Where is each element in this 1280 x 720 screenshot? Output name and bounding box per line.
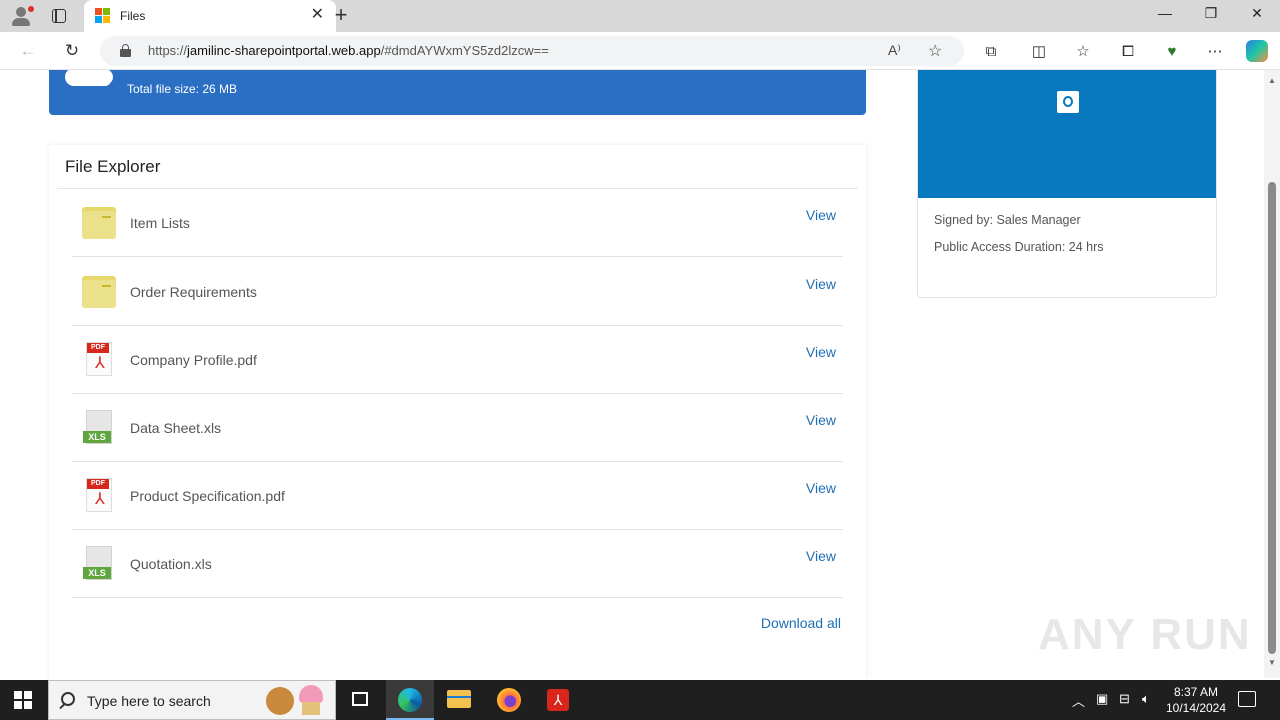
scrollbar-thumb[interactable] bbox=[1268, 182, 1276, 654]
view-link[interactable]: View bbox=[806, 412, 836, 428]
copilot-icon[interactable] bbox=[1246, 40, 1268, 62]
watermark-logo: ANY RUN bbox=[1038, 610, 1252, 659]
taskbar-clock[interactable]: 8:37 AM 10/14/2024 bbox=[1160, 684, 1232, 716]
document-info-card: Signed by: Sales Manager Public Access D… bbox=[917, 70, 1217, 298]
profile-icon[interactable] bbox=[8, 4, 34, 28]
more-options-icon[interactable]: ⋯ bbox=[1205, 42, 1225, 62]
tray-device-icon[interactable]: ▣ bbox=[1096, 691, 1108, 707]
favorite-star-icon[interactable]: ☆ bbox=[928, 41, 942, 61]
microsoft-logo-icon bbox=[95, 8, 110, 23]
file-explorer-title: File Explorer bbox=[65, 157, 161, 176]
tray-chevron-icon[interactable]: ︿ bbox=[1072, 691, 1085, 710]
clock-date: 10/14/2024 bbox=[1165, 701, 1227, 715]
taskbar: Type here to search ⅄ ︿ ▣ ⊟ 🔈︎ 8:37 AM 1… bbox=[0, 680, 1280, 720]
new-tab-icon[interactable]: + bbox=[330, 4, 352, 26]
view-link[interactable]: View bbox=[806, 548, 836, 564]
total-file-size: Total file size: 26 MB bbox=[127, 82, 238, 96]
view-link[interactable]: View bbox=[806, 480, 836, 496]
tab-close-icon[interactable]: ✕ bbox=[311, 6, 324, 24]
storage-banner: Total file size: 26 MB bbox=[49, 70, 866, 115]
view-link[interactable]: View bbox=[806, 276, 836, 292]
tab-actions-icon[interactable] bbox=[50, 7, 70, 25]
task-view-button[interactable] bbox=[336, 680, 384, 720]
file-row: PDF ⅄ Company Profile.pdf View bbox=[72, 326, 843, 394]
file-explorer-taskbar-button[interactable] bbox=[435, 680, 483, 720]
tab-title: Files bbox=[120, 9, 146, 23]
pdf-icon: PDF ⅄ bbox=[82, 478, 116, 514]
collections-icon[interactable]: ⧠ bbox=[1118, 42, 1138, 62]
pdf-icon: PDF ⅄ bbox=[82, 342, 116, 378]
firefox-icon bbox=[497, 688, 521, 712]
view-link[interactable]: View bbox=[806, 207, 836, 223]
view-link[interactable]: View bbox=[806, 344, 836, 360]
download-all-link[interactable]: Download all bbox=[761, 615, 841, 631]
task-view-icon bbox=[352, 692, 368, 706]
tab-files[interactable]: Files ✕ bbox=[84, 0, 336, 32]
outlook-hero bbox=[918, 70, 1216, 198]
file-explorer-panel: File Explorer Item Lists View Order Requ… bbox=[49, 145, 866, 678]
acrobat-icon: ⅄ bbox=[547, 689, 569, 711]
restore-icon[interactable]: ❐ bbox=[1196, 5, 1226, 22]
extensions-icon[interactable]: ⧉ bbox=[981, 42, 1001, 62]
address-bar-row: ← ↻ https://jamilinc-sharepointportal.we… bbox=[0, 32, 1280, 70]
refresh-icon[interactable]: ↻ bbox=[62, 41, 82, 61]
folder-icon bbox=[82, 274, 116, 310]
xls-icon: XLS bbox=[82, 410, 116, 446]
file-name: Data Sheet.xls bbox=[130, 420, 222, 436]
cupcake-icon bbox=[297, 685, 325, 715]
firefox-taskbar-button[interactable] bbox=[485, 680, 533, 720]
windows-start-icon[interactable] bbox=[14, 691, 32, 709]
access-duration-text: Public Access Duration: 24 hrs bbox=[934, 240, 1104, 254]
url-input[interactable]: https://jamilinc-sharepointportal.web.ap… bbox=[100, 36, 964, 66]
notification-icon[interactable] bbox=[1238, 691, 1256, 707]
file-name: Order Requirements bbox=[130, 284, 257, 300]
url-text: https://jamilinc-sharepointportal.web.ap… bbox=[148, 43, 549, 58]
split-screen-icon[interactable]: ◫ bbox=[1029, 42, 1049, 62]
browser-tab-bar: Files ✕ + — ❐ ✕ bbox=[0, 0, 1280, 32]
file-row: XLS Data Sheet.xls View bbox=[72, 394, 843, 462]
xls-icon: XLS bbox=[82, 546, 116, 582]
edge-taskbar-button[interactable] bbox=[386, 680, 434, 720]
folder-icon bbox=[82, 205, 116, 241]
file-name: Product Specification.pdf bbox=[130, 488, 285, 504]
file-row: XLS Quotation.xls View bbox=[72, 530, 843, 598]
browser-essentials-icon[interactable]: ♥ bbox=[1162, 42, 1182, 62]
cookie-icon bbox=[266, 687, 294, 715]
edge-icon bbox=[398, 688, 422, 712]
clock-time: 8:37 AM bbox=[1173, 685, 1219, 699]
favorites-icon[interactable]: ☆ bbox=[1073, 42, 1093, 62]
volume-icon[interactable]: 🔈︎ bbox=[1142, 691, 1150, 707]
lock-icon[interactable] bbox=[120, 44, 131, 57]
acrobat-taskbar-button[interactable]: ⅄ bbox=[534, 680, 582, 720]
file-name: Quotation.xls bbox=[130, 556, 212, 572]
read-aloud-icon[interactable]: A⁾ bbox=[888, 42, 901, 59]
minimize-icon[interactable]: — bbox=[1150, 5, 1180, 21]
cloud-icon bbox=[65, 70, 117, 86]
window-close-icon[interactable]: ✕ bbox=[1242, 5, 1272, 22]
taskbar-search-input[interactable]: Type here to search bbox=[48, 680, 336, 720]
file-name: Item Lists bbox=[130, 215, 190, 231]
file-row: PDF ⅄ Product Specification.pdf View bbox=[72, 462, 843, 530]
outlook-icon bbox=[1057, 91, 1079, 113]
network-icon[interactable]: ⊟ bbox=[1119, 691, 1130, 707]
scroll-up-icon[interactable]: ▲ bbox=[1268, 76, 1276, 85]
page-content: Total file size: 26 MB File Explorer Ite… bbox=[0, 70, 1264, 678]
back-icon[interactable]: ← bbox=[18, 41, 38, 61]
file-explorer-icon bbox=[447, 690, 471, 708]
file-row: Item Lists View bbox=[72, 189, 843, 257]
signed-by-text: Signed by: Sales Manager bbox=[934, 213, 1081, 227]
page-scrollbar[interactable]: ▲ ▼ bbox=[1264, 70, 1280, 678]
scroll-down-icon[interactable]: ▼ bbox=[1268, 658, 1276, 667]
file-row: Order Requirements View bbox=[72, 258, 843, 326]
search-placeholder: Type here to search bbox=[87, 693, 211, 709]
file-name: Company Profile.pdf bbox=[130, 352, 257, 368]
